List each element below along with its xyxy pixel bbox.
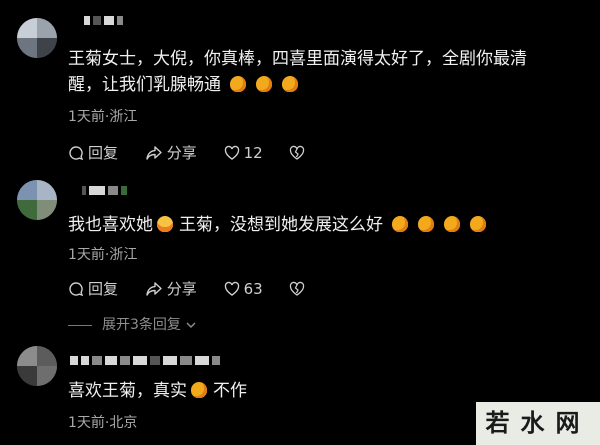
divider-line [68, 324, 92, 326]
chevron-down-icon [186, 322, 196, 328]
reply-bubble-icon [69, 145, 84, 160]
reply-button[interactable]: 回复 [68, 142, 118, 163]
thumbs-up-emoji-icon [191, 382, 207, 398]
comment-actions: 回复 分享 12 [68, 142, 331, 165]
thumbs-up-emoji-icon [470, 216, 487, 232]
comment-text: 我也喜欢她 王菊，没想到她发展这么好 [68, 212, 588, 238]
thumbs-up-emoji-icon [392, 216, 409, 232]
avatar[interactable] [17, 180, 57, 220]
crying-laughing-emoji-icon [157, 216, 173, 232]
avatar[interactable] [17, 18, 57, 58]
heart-icon [224, 281, 239, 296]
watermark-logo: 若水网 [476, 402, 600, 445]
thumbs-up-emoji-icon [444, 216, 461, 232]
broken-heart-icon [290, 145, 305, 160]
expand-replies-button[interactable]: 展开3条回复 [68, 314, 197, 334]
heart-icon [224, 145, 239, 160]
like-button[interactable]: 63 [224, 280, 263, 298]
thumbs-up-emoji-icon [256, 76, 273, 92]
thumbs-up-emoji-icon [282, 76, 299, 92]
like-button[interactable]: 12 [224, 144, 263, 162]
reply-bubble-icon [69, 281, 84, 296]
username-masked[interactable] [82, 186, 130, 196]
thumbs-up-emoji-icon [230, 76, 247, 92]
share-button[interactable]: 分享 [145, 142, 197, 163]
broken-heart-icon [290, 281, 305, 296]
username-masked[interactable] [70, 356, 223, 366]
comment-actions: 回复 分享 63 [68, 278, 331, 301]
comment-meta: 1天前·浙江 [68, 109, 138, 125]
comment-text: 王菊女士，大倪，你真棒，四喜里面演得太好了，全剧你最清 醒，让我们乳腺畅通 [68, 49, 527, 95]
dislike-button[interactable] [289, 281, 309, 297]
avatar[interactable] [17, 346, 57, 386]
share-button[interactable]: 分享 [145, 278, 197, 299]
comment-meta: 1天前·北京 [68, 415, 138, 431]
dislike-button[interactable] [289, 145, 309, 161]
share-arrow-icon [146, 145, 162, 160]
reply-button[interactable]: 回复 [68, 278, 118, 299]
username-masked[interactable] [84, 16, 126, 26]
thumbs-up-emoji-icon [418, 216, 435, 232]
share-arrow-icon [146, 281, 162, 296]
comment-meta: 1天前·浙江 [68, 247, 138, 263]
comment-text: 喜欢王菊，真实 不作 [68, 381, 247, 401]
